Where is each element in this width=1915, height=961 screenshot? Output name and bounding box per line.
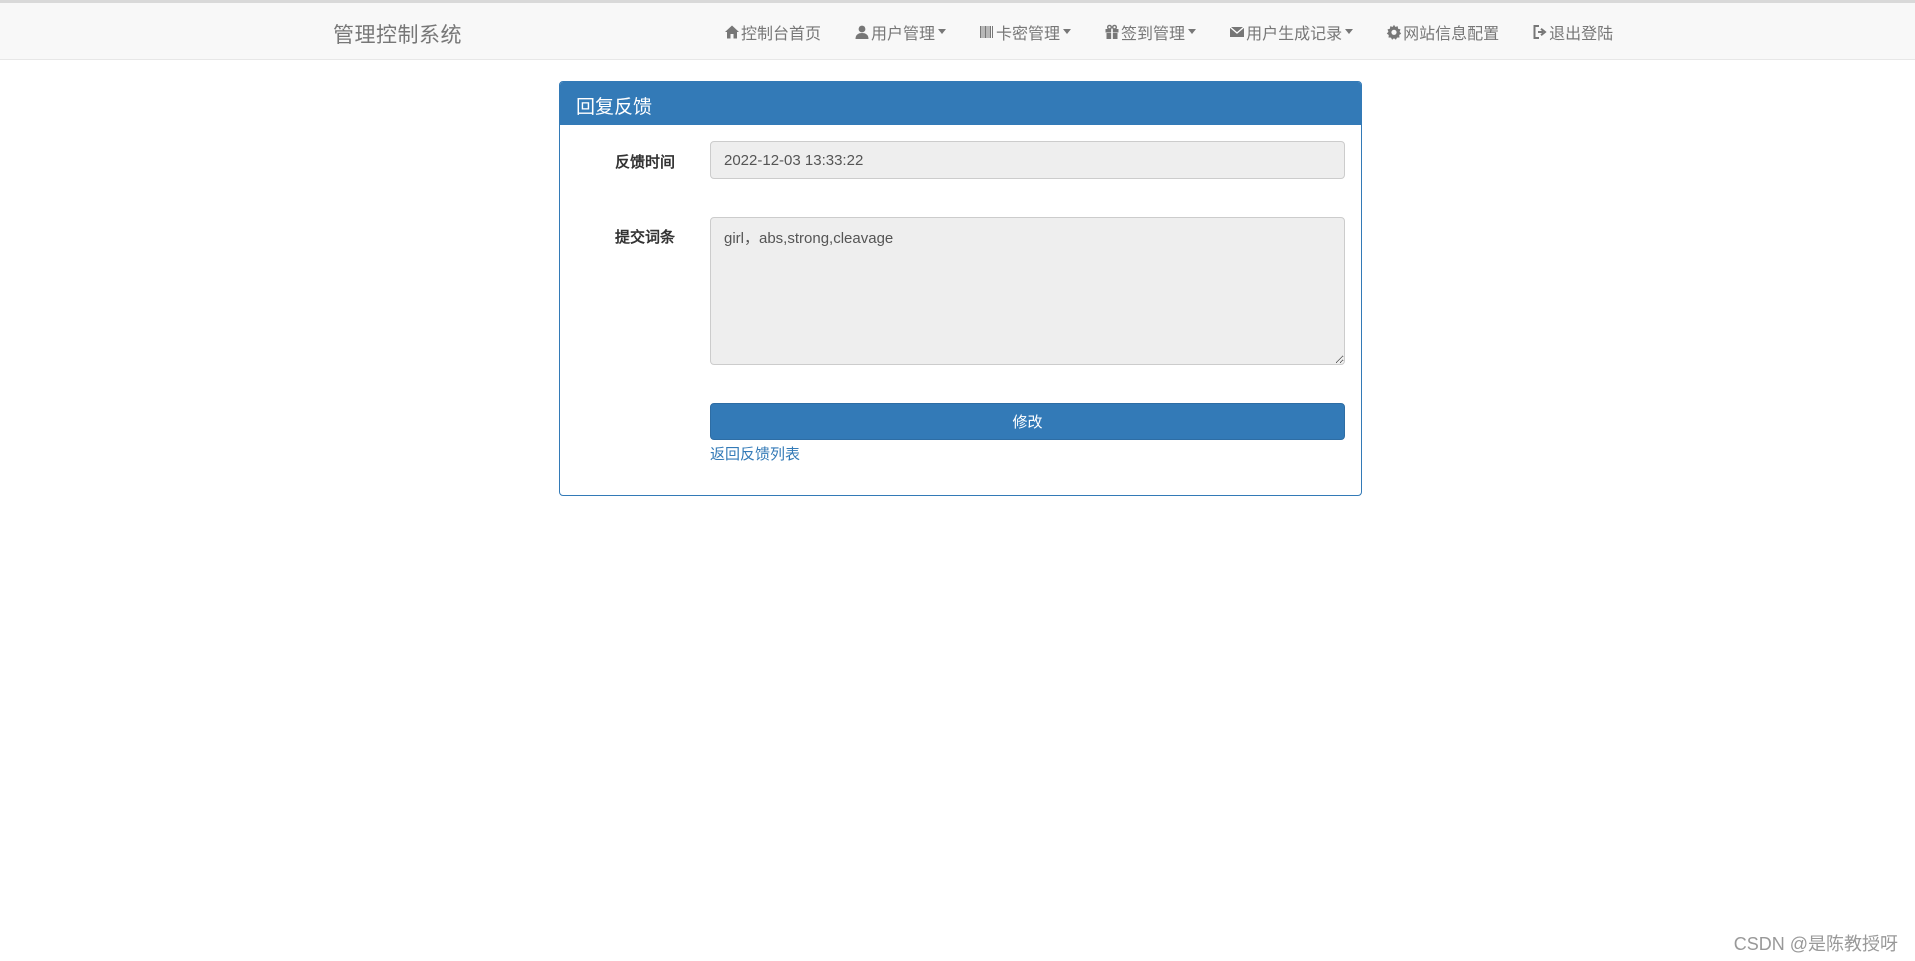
watermark: CSDN @是陈教授呀 — [1733, 934, 1898, 954]
gear-icon — [1386, 24, 1402, 40]
logout-icon — [1532, 24, 1548, 40]
modify-button[interactable]: 修改 — [710, 403, 1345, 440]
chevron-down-icon — [1345, 29, 1354, 34]
chevron-down-icon — [938, 29, 947, 34]
panel-title: 回复反馈 — [560, 82, 1361, 125]
home-icon — [724, 24, 740, 40]
submitted-terms-label: 提交词条 — [615, 229, 676, 246]
user-icon — [854, 24, 870, 40]
nav-menu: 控制台首页 用户管理 卡密管理 签到管理 用户生成记录 网站信息配置 退出登陆 — [724, 3, 1613, 60]
brand-title[interactable]: 管理控制系统 — [333, 19, 462, 49]
nav-item-label: 网站信息配置 — [1403, 25, 1500, 43]
nav-item-site-config[interactable]: 网站信息配置 — [1386, 20, 1499, 44]
nav-item-label: 卡密管理 — [996, 25, 1061, 43]
barcode-icon — [979, 24, 995, 40]
submitted-terms-textarea[interactable]: girl，abs,strong,cleavage — [710, 217, 1345, 365]
gift-icon — [1104, 24, 1120, 40]
nav-item-label: 签到管理 — [1121, 25, 1186, 43]
nav-item-card-management[interactable]: 卡密管理 — [979, 20, 1072, 44]
back-to-feedback-list-link[interactable]: 返回反馈列表 — [710, 443, 800, 464]
reply-feedback-panel: 回复反馈 反馈时间 提交词条 girl，abs,strong,cleavage … — [559, 81, 1362, 496]
envelope-icon — [1229, 24, 1245, 40]
nav-item-label: 退出登陆 — [1549, 25, 1614, 43]
nav-item-user-management[interactable]: 用户管理 — [854, 20, 947, 44]
nav-item-logout[interactable]: 退出登陆 — [1532, 20, 1613, 44]
nav-item-user-generation-records[interactable]: 用户生成记录 — [1229, 20, 1354, 44]
chevron-down-icon — [1063, 29, 1072, 34]
top-navbar: 管理控制系统 控制台首页 用户管理 卡密管理 签到管理 用户生成记录 网站信息配… — [0, 0, 1915, 60]
nav-item-label: 用户管理 — [871, 25, 936, 43]
chevron-down-icon — [1188, 29, 1197, 34]
nav-item-dashboard[interactable]: 控制台首页 — [724, 20, 821, 44]
nav-item-label: 控制台首页 — [741, 25, 822, 43]
feedback-time-label: 反馈时间 — [615, 154, 676, 171]
nav-item-checkin-management[interactable]: 签到管理 — [1104, 20, 1197, 44]
nav-item-label: 用户生成记录 — [1246, 25, 1343, 43]
feedback-time-input[interactable] — [710, 141, 1345, 179]
